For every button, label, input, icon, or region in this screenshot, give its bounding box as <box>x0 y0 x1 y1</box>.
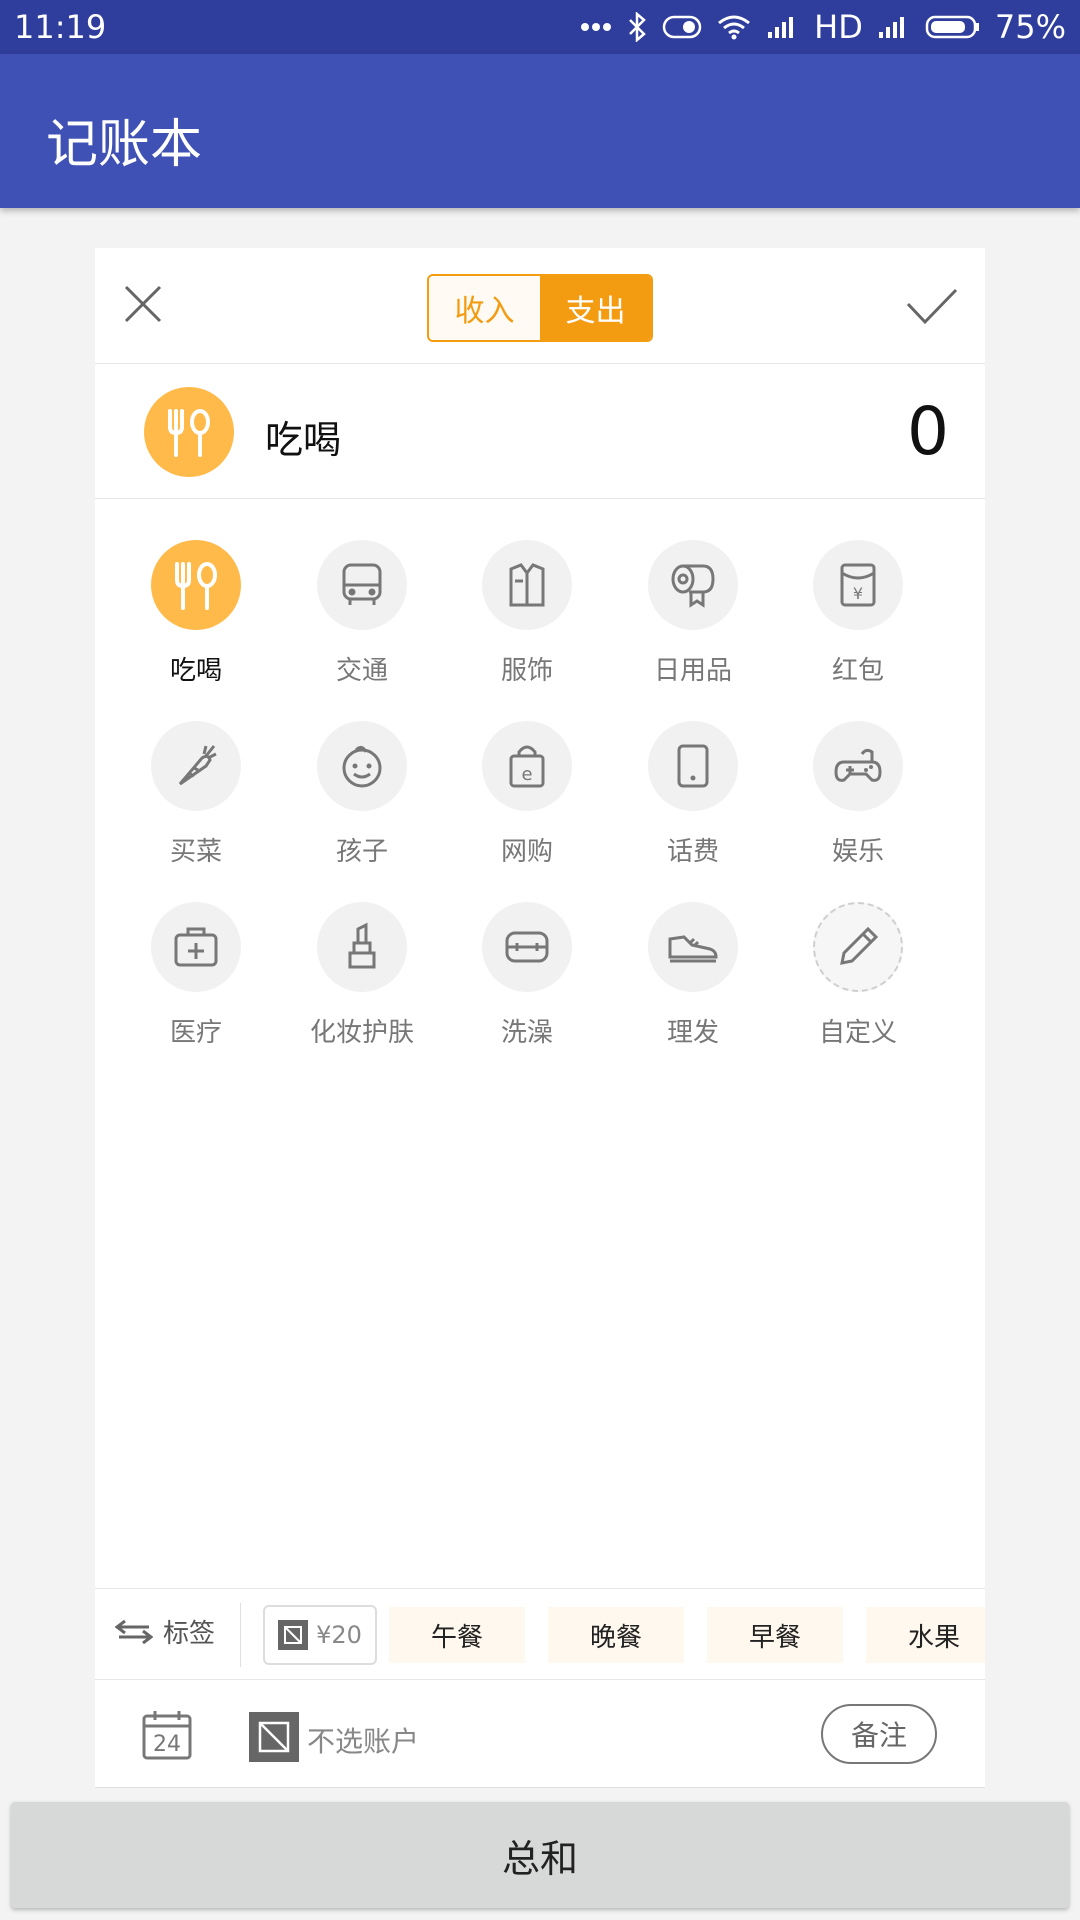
category-label: 服饰 <box>500 656 553 686</box>
close-button[interactable] <box>123 284 163 324</box>
note-button[interactable]: 备注 <box>821 1704 937 1764</box>
svg-text:e: e <box>521 764 532 785</box>
category-maicai[interactable]: 买菜 <box>126 721 266 871</box>
category-custom[interactable]: 自定义 <box>788 902 928 1052</box>
tag-chip[interactable]: 晚餐 <box>548 1607 684 1663</box>
swap-icon <box>115 1619 153 1644</box>
shirt-icon <box>482 540 572 630</box>
wifi-icon <box>716 13 752 41</box>
carrot-icon <box>151 721 241 811</box>
tag-chip[interactable]: 早餐 <box>707 1607 843 1663</box>
red-envelope-icon: ¥ <box>813 540 903 630</box>
tab-expense[interactable]: 支出 <box>540 276 651 340</box>
category-label: 化妆护肤 <box>309 1018 414 1048</box>
category-fushi[interactable]: 服饰 <box>457 540 597 690</box>
cutlery-icon <box>144 387 234 477</box>
tag-label-text: 标签 <box>163 1619 216 1649</box>
category-label: 娱乐 <box>831 837 884 867</box>
tag-selector[interactable]: 标签 <box>115 1613 215 1650</box>
divider <box>240 1603 241 1667</box>
total-button[interactable]: 总和 <box>11 1802 1069 1908</box>
category-label: 孩子 <box>335 837 388 867</box>
entry-options-row: 24 不选账户 备注 <box>95 1680 985 1788</box>
confirm-button[interactable] <box>905 286 959 326</box>
bath-icon <box>482 902 572 992</box>
category-wanggou[interactable]: e 网购 <box>457 721 597 871</box>
entry-card: 收入 支出 吃喝 0 吃喝 交通 服饰 日用品 ¥ 红包 买菜 孩子 e 网购 … <box>95 248 985 1788</box>
shoe-icon <box>648 902 738 992</box>
close-icon <box>124 285 162 323</box>
more-dots-icon <box>580 22 612 32</box>
gamepad-icon <box>813 721 903 811</box>
category-lifa[interactable]: 理发 <box>623 902 763 1052</box>
no-account-icon <box>278 1620 309 1650</box>
tissue-roll-icon <box>648 540 738 630</box>
category-label: 交通 <box>335 656 388 686</box>
category-yule[interactable]: 娱乐 <box>788 721 928 871</box>
app-title: 记账本 <box>46 115 203 175</box>
category-label: 医疗 <box>169 1018 222 1048</box>
network-type: HD <box>814 8 863 46</box>
category-huazhuang[interactable]: 化妆护肤 <box>292 902 432 1052</box>
selected-category-row: 吃喝 0 <box>95 365 985 499</box>
calendar-icon: 24 <box>142 1711 192 1760</box>
tab-income[interactable]: 收入 <box>429 276 540 340</box>
category-label: 网购 <box>500 837 553 867</box>
category-chihe[interactable]: 吃喝 <box>126 540 266 690</box>
battery-level: 75% <box>994 8 1066 46</box>
tag-row: 标签 ¥20 午餐 晚餐 早餐 水果 <box>95 1588 985 1680</box>
phone-icon <box>648 721 738 811</box>
category-label: 红包 <box>831 656 884 686</box>
category-xizao[interactable]: 洗澡 <box>457 902 597 1052</box>
bus-icon <box>317 540 407 630</box>
check-icon <box>906 288 958 325</box>
category-yiliao[interactable]: 医疗 <box>126 902 266 1052</box>
category-label: 洗澡 <box>500 1018 553 1048</box>
status-bar: 11:19 HD 75% <box>0 0 1080 54</box>
money-tag-text: ¥20 <box>316 1621 362 1649</box>
account-icon[interactable] <box>249 1712 299 1762</box>
pencil-icon <box>813 902 903 992</box>
cutlery-icon <box>151 540 241 630</box>
category-label: 买菜 <box>169 837 222 867</box>
category-label: 吃喝 <box>169 656 222 686</box>
account-selector[interactable]: 不选账户 <box>307 1720 419 1760</box>
selected-category-name: 吃喝 <box>265 418 342 462</box>
date-picker-button[interactable]: 24 <box>141 1708 193 1764</box>
svg-text:¥: ¥ <box>853 584 863 603</box>
category-label: 话费 <box>666 837 719 867</box>
category-label: 自定义 <box>818 1018 897 1048</box>
app-bar: 记账本 <box>0 54 1080 208</box>
calendar-day: 24 <box>153 1732 181 1757</box>
baby-face-icon <box>317 721 407 811</box>
bluetooth-icon <box>626 12 648 42</box>
status-icons: HD 75% <box>580 8 1066 46</box>
category-haizi[interactable]: 孩子 <box>292 721 432 871</box>
signal-icon-2 <box>877 14 911 40</box>
category-label: 日用品 <box>653 656 732 686</box>
category-huafei[interactable]: 话费 <box>623 721 763 871</box>
category-hongbao[interactable]: ¥ 红包 <box>788 540 928 690</box>
toggle-icon <box>662 14 702 40</box>
money-tag[interactable]: ¥20 <box>263 1605 377 1665</box>
category-label: 理发 <box>666 1018 719 1048</box>
tag-chip[interactable]: 水果 <box>866 1607 985 1663</box>
medical-kit-icon <box>151 902 241 992</box>
entry-header: 收入 支出 <box>95 248 985 364</box>
amount-display[interactable]: 0 <box>907 393 949 470</box>
tag-chip[interactable]: 午餐 <box>389 1607 525 1663</box>
status-time: 11:19 <box>14 8 107 46</box>
type-segment: 收入 支出 <box>427 274 653 342</box>
category-riyongpin[interactable]: 日用品 <box>623 540 763 690</box>
shopping-bag-icon: e <box>482 721 572 811</box>
lipstick-icon <box>317 902 407 992</box>
signal-icon <box>766 14 800 40</box>
category-jiaotong[interactable]: 交通 <box>292 540 432 690</box>
battery-icon <box>925 14 981 40</box>
